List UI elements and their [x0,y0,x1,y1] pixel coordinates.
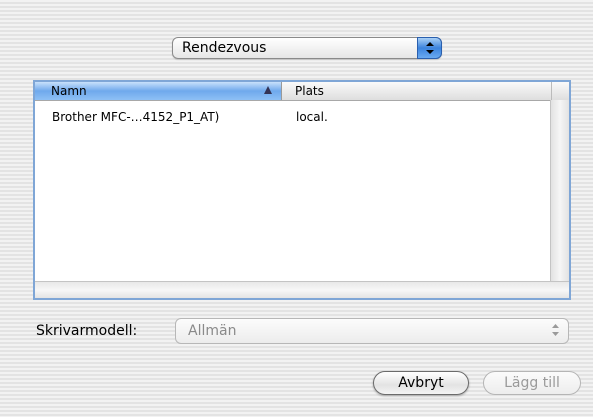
printer-model-label: Skrivarmodell: [36,323,138,339]
printer-model-popup[interactable]: Allmän [175,318,569,344]
printer-name: Brother MFC-…4152_P1_AT) [52,110,220,124]
column-header-plats-label: Plats [295,84,324,98]
column-header-namn-label: Namn [51,84,87,98]
printer-source-value: Rendezvous [182,40,267,56]
cancel-button[interactable]: Avbryt [373,371,469,395]
up-down-arrows-icon [417,37,442,59]
vertical-scrollbar[interactable] [550,100,569,282]
sort-ascending-icon [263,84,273,99]
printer-source-popup[interactable]: Rendezvous [172,37,442,59]
printer-list[interactable]: Namn Plats Brother MFC-…4152_P1_AT) loca… [33,80,571,300]
list-header: Namn Plats [35,82,569,101]
printer-location: local. [296,110,328,124]
add-button[interactable]: Lägg till [483,371,581,395]
horizontal-scrollbar[interactable] [35,281,569,298]
up-down-arrows-icon [551,323,560,341]
list-item[interactable]: Brother MFC-…4152_P1_AT) local. [35,110,549,127]
printer-model-value: Allmän [188,323,237,339]
column-header-plats[interactable]: Plats [281,82,552,100]
column-header-namn[interactable]: Namn [35,82,282,100]
